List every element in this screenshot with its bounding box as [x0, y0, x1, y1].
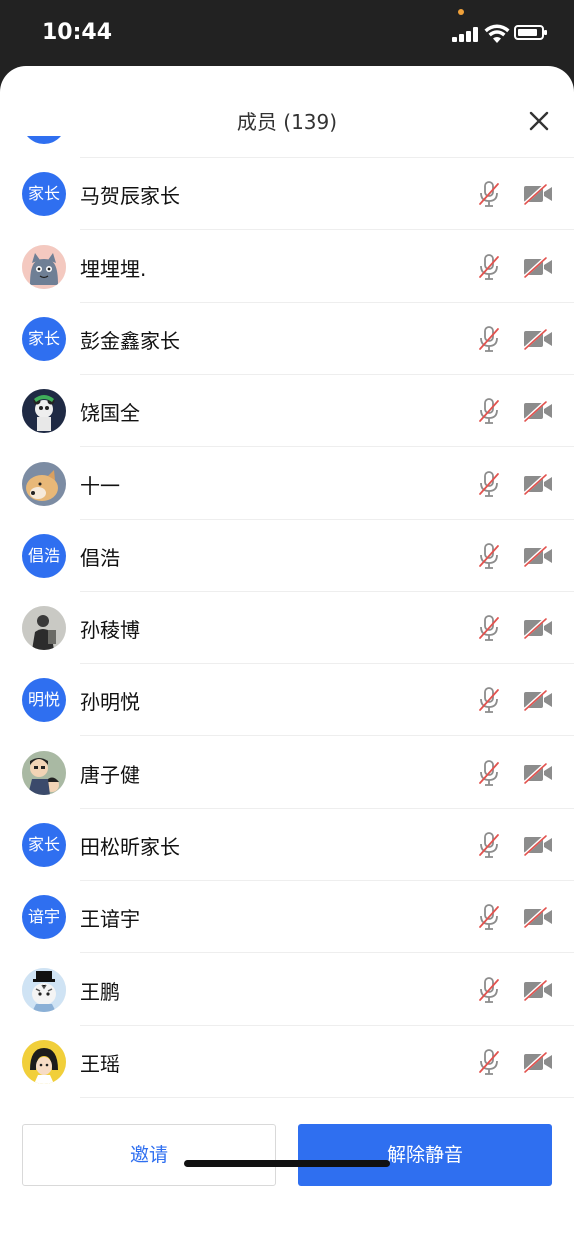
- photo-avatar: [22, 606, 66, 651]
- member-row[interactable]: 王瑶: [0, 1026, 574, 1098]
- camera-off-icon[interactable]: [522, 761, 554, 785]
- member-row[interactable]: 饶国全: [0, 375, 574, 448]
- member-name: 孙明悦: [80, 690, 140, 715]
- member-name: 埋埋埋.: [80, 256, 147, 281]
- wifi-icon: [484, 24, 510, 43]
- member-name: 倡浩: [80, 545, 120, 570]
- member-row[interactable]: 谙宇 王谙宇: [0, 881, 574, 954]
- member-row[interactable]: 孙稜博: [0, 592, 574, 665]
- member-avatar: 家长: [22, 823, 66, 867]
- member-row[interactable]: 王鹏: [0, 954, 574, 1026]
- camera-off-icon[interactable]: [522, 1050, 554, 1074]
- member-name: 唐子健: [80, 762, 140, 787]
- mic-muted-icon[interactable]: [477, 542, 501, 570]
- invite-button[interactable]: 邀请: [22, 1124, 276, 1186]
- panda-avatar: [22, 389, 66, 434]
- member-name: 彭金鑫家长: [80, 328, 180, 353]
- member-row[interactable]: 吕明 吕明: [0, 136, 574, 158]
- member-row[interactable]: 倡浩 倡浩: [0, 520, 574, 592]
- camera-off-icon[interactable]: [522, 688, 554, 712]
- member-avatar: 家长: [22, 316, 66, 361]
- member-avatar: 家长: [22, 172, 66, 217]
- members-sheet: 成员 (139) 吕明吕明家长马贺辰家长埋埋埋.家长彭金鑫家长饶国全十一倡浩倡浩…: [0, 66, 574, 1244]
- home-indicator[interactable]: [184, 1160, 390, 1167]
- tiger-avatar: [22, 967, 66, 1012]
- member-avatar: 倡浩: [22, 533, 66, 578]
- mic-muted-icon[interactable]: [477, 614, 501, 642]
- member-name: 吕明: [80, 136, 120, 137]
- camera-off-icon[interactable]: [522, 616, 554, 640]
- member-name: 王瑶: [80, 1051, 120, 1076]
- member-row[interactable]: 明悦 孙明悦: [0, 664, 574, 737]
- member-row[interactable]: 家长 田松昕家长: [0, 809, 574, 881]
- dog-avatar: [22, 461, 66, 506]
- member-avatar: 谙宇: [22, 895, 66, 940]
- mic-muted-icon[interactable]: [477, 1048, 501, 1076]
- unmute-all-button[interactable]: 解除静音: [298, 1124, 552, 1186]
- mic-muted-icon[interactable]: [477, 976, 501, 1004]
- mic-muted-icon[interactable]: [477, 831, 501, 859]
- camera-off-icon[interactable]: [522, 327, 554, 351]
- member-name: 王谙宇: [80, 907, 140, 932]
- camera-off-icon[interactable]: [522, 905, 554, 929]
- camera-off-icon[interactable]: [522, 399, 554, 423]
- camera-off-icon[interactable]: [522, 833, 554, 857]
- mic-muted-icon[interactable]: [477, 180, 501, 208]
- status-bar: 10:44: [0, 0, 574, 66]
- member-row[interactable]: 家长 马贺辰家长: [0, 158, 574, 231]
- member-row[interactable]: 埋埋埋.: [0, 231, 574, 303]
- member-avatar: 明悦: [22, 678, 66, 723]
- battery-icon: [514, 25, 547, 40]
- member-row[interactable]: 唐子健: [0, 737, 574, 809]
- member-avatar: 吕明: [22, 136, 66, 144]
- member-name: 马贺辰家长: [80, 184, 180, 209]
- cat-avatar: [22, 244, 66, 289]
- girl-avatar: [22, 1039, 66, 1084]
- camera-off-icon[interactable]: [522, 182, 554, 206]
- camera-off-icon[interactable]: [522, 544, 554, 568]
- mic-muted-icon[interactable]: [477, 397, 501, 425]
- mic-muted-icon[interactable]: [477, 470, 501, 498]
- mic-muted-icon[interactable]: [477, 253, 501, 281]
- member-row[interactable]: 家长 彭金鑫家长: [0, 303, 574, 375]
- row-divider: [80, 1096, 574, 1098]
- privacy-indicator-dot: [458, 9, 464, 15]
- member-list[interactable]: 吕明吕明家长马贺辰家长埋埋埋.家长彭金鑫家长饶国全十一倡浩倡浩孙稜博明悦孙明悦唐…: [0, 136, 574, 1116]
- camera-off-icon[interactable]: [522, 978, 554, 1002]
- mic-muted-icon[interactable]: [477, 759, 501, 787]
- cartoon-avatar: [22, 750, 66, 795]
- mic-muted-icon[interactable]: [477, 686, 501, 714]
- member-name: 孙稜博: [80, 618, 140, 643]
- sheet-title: 成员 (139): [236, 110, 338, 134]
- camera-off-icon[interactable]: [522, 472, 554, 496]
- member-name: 王鹏: [80, 979, 120, 1004]
- camera-off-icon[interactable]: [522, 255, 554, 279]
- mic-muted-icon[interactable]: [477, 903, 501, 931]
- status-time: 10:44: [42, 20, 113, 45]
- mic-muted-icon[interactable]: [477, 325, 501, 353]
- member-row[interactable]: 十一: [0, 448, 574, 520]
- close-icon[interactable]: [524, 106, 554, 136]
- member-name: 饶国全: [80, 401, 140, 426]
- member-name: 田松昕家长: [80, 835, 180, 859]
- member-name: 十一: [80, 473, 120, 498]
- cellular-signal-icon: [452, 26, 480, 42]
